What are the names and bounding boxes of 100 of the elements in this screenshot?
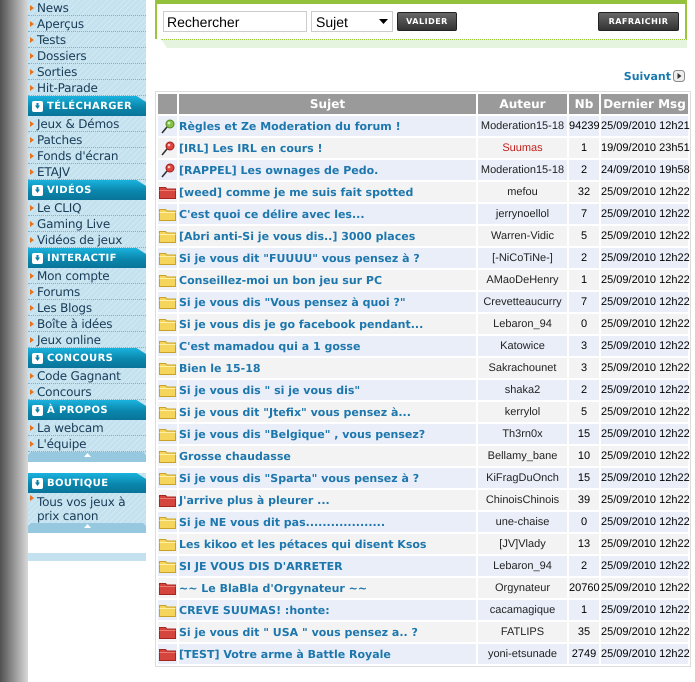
topic-link[interactable]: Conseillez-moi un bon jeu sur PC	[179, 274, 382, 286]
topic-link[interactable]: Si je NE vous dit pas...................	[179, 516, 386, 528]
table-cell: jerrynoellol	[478, 204, 567, 224]
folder-icon	[159, 207, 176, 221]
table-cell: 5	[569, 402, 599, 422]
chevron-icon	[30, 136, 34, 142]
topic-link[interactable]: Règles et Ze Moderation du forum !	[179, 120, 401, 132]
table-cell: 94239	[569, 116, 599, 136]
sidebar-link[interactable]: Forums	[28, 284, 146, 300]
topic-link[interactable]: Grosse chaudasse	[179, 450, 291, 462]
collapse-bar[interactable]	[28, 452, 146, 462]
column-header[interactable]: Nb	[569, 94, 599, 114]
topic-link[interactable]: Si je vous dis "Sparta" vous pensez à ?	[179, 472, 420, 484]
sidebar-link[interactable]: Boîte à idées	[28, 316, 146, 332]
topic-link[interactable]: ~~ Le BlaBla d'Orgynateur ~~	[179, 582, 368, 594]
sidebar-link[interactable]: Tous vos jeux à prix canon	[28, 493, 146, 523]
sidebar-link[interactable]: Tests	[28, 32, 146, 48]
table-cell: 13	[569, 534, 599, 554]
arrow-box-icon	[32, 404, 43, 416]
table-cell: 24/09/2010 19h58	[601, 160, 688, 180]
column-header[interactable]: Sujet	[179, 94, 476, 114]
sidebar-link[interactable]: Aperçus	[28, 16, 146, 32]
chevron-icon	[30, 304, 34, 310]
table-cell: 20760	[569, 578, 599, 598]
chevron-icon	[30, 20, 34, 26]
table-cell: 25/09/2010 12h22	[601, 468, 688, 488]
table-cell: Lebaron_94	[478, 314, 567, 334]
table-cell: 25/09/2010 12h22	[601, 292, 688, 312]
table-cell: 1	[569, 270, 599, 290]
topic-link[interactable]: Si je vous dis je go facebook pendant...	[179, 318, 424, 330]
table-cell: 0	[569, 512, 599, 532]
table-cell: [JV]Vlady	[478, 534, 567, 554]
section-heading[interactable]: VIDÉOS	[28, 180, 146, 200]
topic-link[interactable]: CREVE SUUMAS! :honte:	[179, 604, 330, 616]
section-heading[interactable]: INTERACTIF	[28, 248, 146, 268]
chevron-icon	[30, 236, 34, 242]
sidebar-link[interactable]: La webcam	[28, 420, 146, 436]
chevron-icon	[30, 288, 34, 294]
topic-link[interactable]: Si je vous dis "Belgique" , vous pensez?	[179, 428, 426, 440]
table-cell: 25/09/2010 12h22	[601, 622, 688, 642]
folder-icon	[159, 471, 176, 485]
submit-button[interactable]: VALIDER	[397, 12, 457, 31]
table-cell: 7	[569, 292, 599, 312]
section-heading[interactable]: BOUTIQUE	[28, 473, 146, 493]
section-heading[interactable]: TÉLÉCHARGER	[28, 96, 146, 116]
topic-link[interactable]: [Abri anti-Si je vous dis..] 3000 places	[179, 230, 416, 242]
sidebar-link[interactable]: Dossiers	[28, 48, 146, 64]
topic-link[interactable]: Si je vous dis "Vous pensez à quoi ?"	[179, 296, 406, 308]
topic-link[interactable]: Si je vous dit "FUUUU" vous pensez à ?	[179, 252, 420, 264]
collapse-caret-icon[interactable]	[84, 524, 90, 528]
section-heading[interactable]: CONCOURS	[28, 348, 146, 368]
table-cell: 25/09/2010 12h22	[601, 248, 688, 268]
table-cell: 25/09/2010 12h22	[601, 270, 688, 290]
collapse-bar[interactable]	[28, 523, 146, 533]
sidebar-link[interactable]: Fonds d'écran	[28, 148, 146, 164]
table-cell: Lebaron_94	[478, 556, 567, 576]
table-cell: 25/09/2010 12h22	[601, 226, 688, 246]
table-cell: mefou	[478, 182, 567, 202]
next-page-link[interactable]: Suivant	[624, 70, 685, 82]
topic-link[interactable]: SI JE VOUS DIS D'ARRETER	[179, 560, 343, 572]
table-cell: 3	[569, 358, 599, 378]
topic-link[interactable]: Si je vous dit "Jtefix" vous pensez à...	[179, 406, 411, 418]
topic-link[interactable]: C'est mamadou qui a 1 gosse	[179, 340, 360, 352]
topic-link[interactable]: C'est quoi ce délire avec les...	[179, 208, 365, 220]
sidebar-link[interactable]: Mon compte	[28, 268, 146, 284]
topic-link[interactable]: Si je vous dit " USA " vous pensez a.. ?	[179, 626, 418, 638]
sidebar-link[interactable]: News	[28, 0, 146, 16]
section-heading[interactable]: À PROPOS	[28, 400, 146, 420]
topic-link[interactable]: Si je vous dis " si je vous dis"	[179, 384, 360, 396]
chevron-icon	[30, 168, 34, 174]
topic-link[interactable]: [IRL] Les IRL en cours !	[179, 142, 323, 154]
collapse-caret-icon[interactable]	[84, 453, 90, 457]
sidebar-link[interactable]: Le CLIQ	[28, 200, 146, 216]
folder-icon	[159, 515, 176, 529]
topic-link[interactable]: [TEST] Votre arme à Battle Royale	[179, 648, 391, 660]
column-header[interactable]: Dernier Msg	[601, 94, 688, 114]
folder-icon	[159, 295, 176, 309]
topic-link[interactable]: J'arrive plus à pleurer ...	[179, 494, 330, 506]
column-header[interactable]: Auteur	[478, 94, 567, 114]
topic-link[interactable]: [weed] comme je me suis fait spotted	[179, 186, 414, 198]
search-field[interactable]: Rechercher	[163, 11, 307, 32]
chevron-icon	[30, 204, 34, 210]
sidebar-link[interactable]: Sorties	[28, 64, 146, 80]
sidebar-link[interactable]: Jeux & Démos	[28, 116, 146, 132]
sidebar-link[interactable]: Code Gagnant	[28, 368, 146, 384]
sidebar-link[interactable]: Gaming Live	[28, 216, 146, 232]
topic-link[interactable]: Bien le 15-18	[179, 362, 261, 374]
scope-dropdown[interactable]: Sujet	[311, 11, 393, 32]
topic-link[interactable]: [RAPPEL] Les ownages de Pedo.	[179, 164, 378, 176]
chevron-icon	[30, 52, 34, 58]
folder-icon	[159, 251, 176, 265]
topic-link[interactable]: Les kikoo et les pétaces qui disent Ksos	[179, 538, 426, 550]
refresh-button[interactable]: RAFRAICHIR	[598, 12, 679, 31]
table-cell: 3	[569, 336, 599, 356]
table-cell: 25/09/2010 12h22	[601, 182, 688, 202]
chevron-icon	[30, 388, 34, 394]
sidebar-link[interactable]: Les Blogs	[28, 300, 146, 316]
table-cell: 25/09/2010 12h22	[601, 600, 688, 620]
section-heading-label: VIDÉOS	[47, 184, 92, 196]
sidebar-link[interactable]: Patches	[28, 132, 146, 148]
